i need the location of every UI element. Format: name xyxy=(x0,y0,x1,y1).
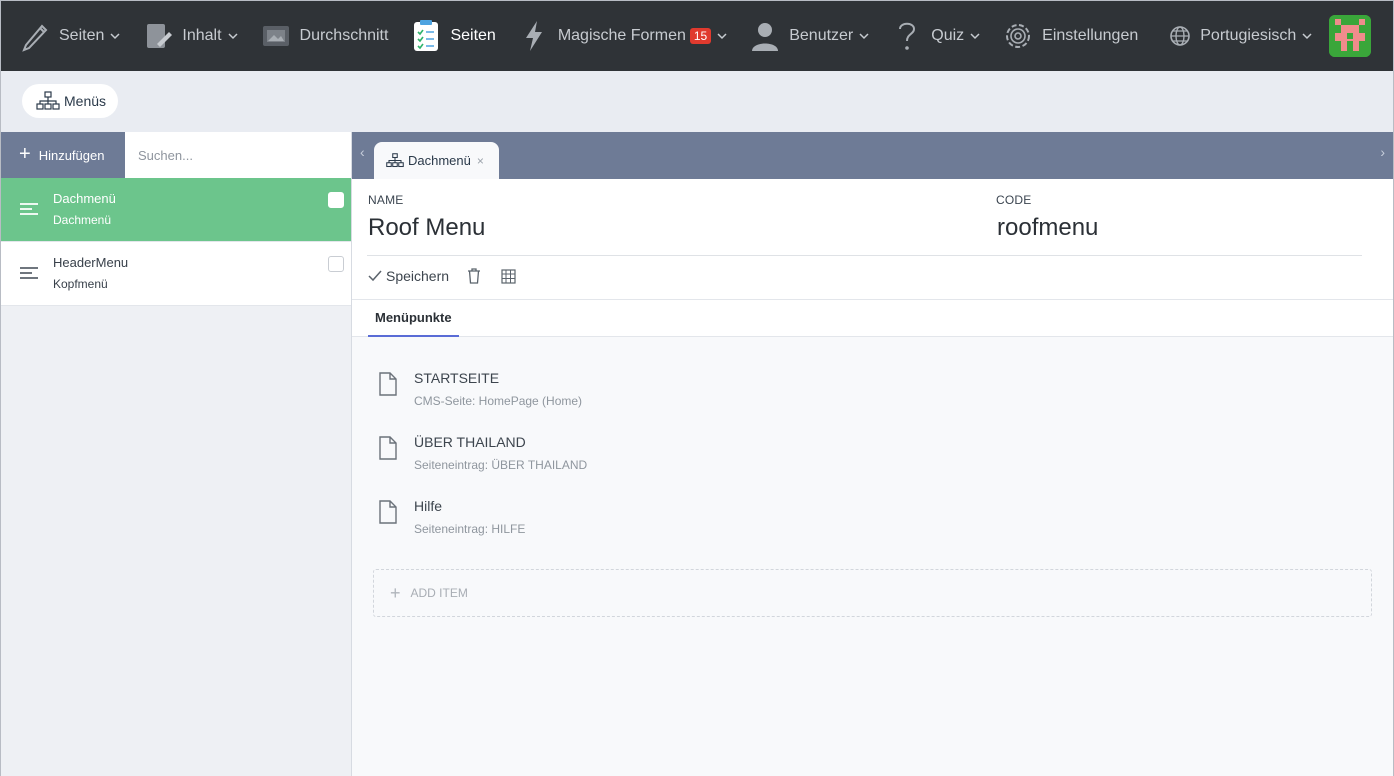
nav-item-benutzer[interactable]: Benutzer xyxy=(749,1,869,71)
list-item-subtitle: Kopfmenü xyxy=(53,277,108,291)
chevron-down-icon xyxy=(227,33,238,40)
sitemap-icon xyxy=(36,91,60,110)
menu-item[interactable]: Hilfe Seiteneintrag: HILFE xyxy=(352,492,1393,556)
nav-item-language[interactable]: Portugiesisch xyxy=(1168,1,1312,71)
notification-badge: 15 xyxy=(689,28,712,44)
checkbox[interactable] xyxy=(328,256,344,272)
tab-dachmenue[interactable]: Dachmenü × xyxy=(374,142,499,179)
main-panel: ‹ Dachmenü × › NAME Roof Menu CODE roofm… xyxy=(352,132,1393,776)
sidebar: + Hinzufügen Dachmenü Dachmenü HeaderMen… xyxy=(1,132,352,776)
tab-menuepunkte[interactable]: Menüpunkte xyxy=(368,300,459,337)
user-icon xyxy=(749,19,781,53)
breadcrumb[interactable]: Menüs xyxy=(22,84,119,118)
add-item-button[interactable]: + ADD ITEM xyxy=(373,569,1372,617)
save-button[interactable]: Speichern xyxy=(368,268,449,284)
add-button[interactable]: + Hinzufügen xyxy=(1,132,125,178)
chevron-down-icon xyxy=(859,33,869,40)
breadcrumb-label: Menüs xyxy=(64,93,107,109)
question-icon xyxy=(891,19,923,53)
nav-item-quiz[interactable]: Quiz xyxy=(891,1,980,71)
nav-item-magische-formen[interactable]: Magische Formen 15 xyxy=(518,1,727,71)
nav-label: Quiz xyxy=(931,27,965,44)
list-item[interactable]: HeaderMenu Kopfmenü xyxy=(1,242,351,306)
close-icon[interactable]: × xyxy=(477,154,484,168)
top-navigation: Seiten Inhalt Durchschnitt Seiten Magisc… xyxy=(1,1,1393,71)
document-icon xyxy=(379,436,397,460)
grid-icon[interactable] xyxy=(501,268,516,284)
nav-label: Einstellungen xyxy=(1042,27,1139,44)
list-item-title: Dachmenü xyxy=(53,191,116,206)
media-icon xyxy=(260,19,292,53)
chevron-down-icon xyxy=(970,33,980,40)
chevron-down-icon xyxy=(1302,33,1312,40)
menu-item-title: STARTSEITE xyxy=(414,370,500,386)
menu-item[interactable]: ÜBER THAILAND Seiteneintrag: ÜBER THAILA… xyxy=(352,428,1393,492)
menu-item-title: ÜBER THAILAND xyxy=(414,434,526,450)
list-icon xyxy=(20,202,38,215)
breadcrumb-bar: Menüs xyxy=(1,71,1393,132)
add-button-label: Hinzufügen xyxy=(38,147,105,163)
divider xyxy=(367,255,1362,256)
lightning-icon xyxy=(518,19,550,53)
list-icon xyxy=(20,266,38,279)
nav-label: Seiten xyxy=(450,27,496,44)
plus-icon: + xyxy=(19,143,31,165)
code-field[interactable]: roofmenu xyxy=(997,214,1098,242)
menu-item-subtitle: CMS-Seite: HomePage (Home) xyxy=(414,394,583,408)
chevron-down-icon xyxy=(717,33,727,40)
checkbox[interactable] xyxy=(328,192,344,208)
nav-item-seiten[interactable]: Seiten xyxy=(19,1,120,71)
save-button-label: Speichern xyxy=(386,268,450,284)
search-input[interactable] xyxy=(125,132,351,178)
nav-label: Magische Formen xyxy=(557,27,686,44)
form-actions: Speichern xyxy=(368,268,536,284)
chevron-down-icon xyxy=(110,33,120,40)
code-label: CODE xyxy=(996,193,1032,207)
nav-label: Durchschnitt xyxy=(299,27,389,44)
menu-items-list: STARTSEITE CMS-Seite: HomePage (Home) ÜB… xyxy=(352,364,1393,556)
list-item-title: HeaderMenu xyxy=(53,255,129,270)
nav-item-durchschnitt[interactable]: Durchschnitt xyxy=(260,1,389,71)
scroll-left-icon[interactable]: ‹ xyxy=(360,144,365,160)
scroll-right-icon[interactable]: › xyxy=(1380,144,1385,160)
nav-label: Portugiesisch xyxy=(1200,27,1297,44)
sitemap-icon xyxy=(386,153,404,168)
avatar[interactable] xyxy=(1329,15,1371,57)
nav-label: Inhalt xyxy=(182,27,222,44)
nav-item-inhalt[interactable]: Inhalt xyxy=(142,1,238,71)
clipboard-icon xyxy=(410,19,442,53)
nav-item-seiten-active[interactable]: Seiten xyxy=(410,1,496,71)
nav-label: Benutzer xyxy=(789,27,854,44)
document-icon xyxy=(379,372,397,396)
pencil-icon xyxy=(19,19,51,53)
content-edit-icon xyxy=(142,19,174,53)
menu-item-subtitle: Seiteneintrag: ÜBER THAILAND xyxy=(414,458,588,472)
menu-item-title: Hilfe xyxy=(414,498,443,514)
menu-item-subtitle: Seiteneintrag: HILFE xyxy=(414,522,526,536)
nav-item-einstellungen[interactable]: Einstellungen xyxy=(1002,1,1138,71)
nav-label: Seiten xyxy=(59,27,105,44)
check-icon xyxy=(368,270,382,282)
name-field[interactable]: Roof Menu xyxy=(368,214,485,242)
list-item-subtitle: Dachmenü xyxy=(53,213,112,227)
tab-label: Dachmenü xyxy=(408,153,471,168)
menu-item[interactable]: STARTSEITE CMS-Seite: HomePage (Home) xyxy=(352,364,1393,428)
form-header: NAME Roof Menu CODE roofmenu Speichern xyxy=(352,179,1393,300)
name-label: NAME xyxy=(368,193,404,207)
sidebar-toolbar: + Hinzufügen xyxy=(1,132,351,178)
subtabs: Menüpunkte xyxy=(352,300,1393,337)
list-item[interactable]: Dachmenü Dachmenü xyxy=(1,178,351,242)
add-item-label: ADD ITEM xyxy=(410,586,468,600)
gear-icon xyxy=(1002,19,1034,53)
tab-strip: ‹ Dachmenü × › xyxy=(352,132,1393,179)
document-icon xyxy=(379,500,397,524)
plus-icon: + xyxy=(390,582,401,603)
trash-icon[interactable] xyxy=(467,268,481,284)
globe-icon xyxy=(1168,19,1192,53)
